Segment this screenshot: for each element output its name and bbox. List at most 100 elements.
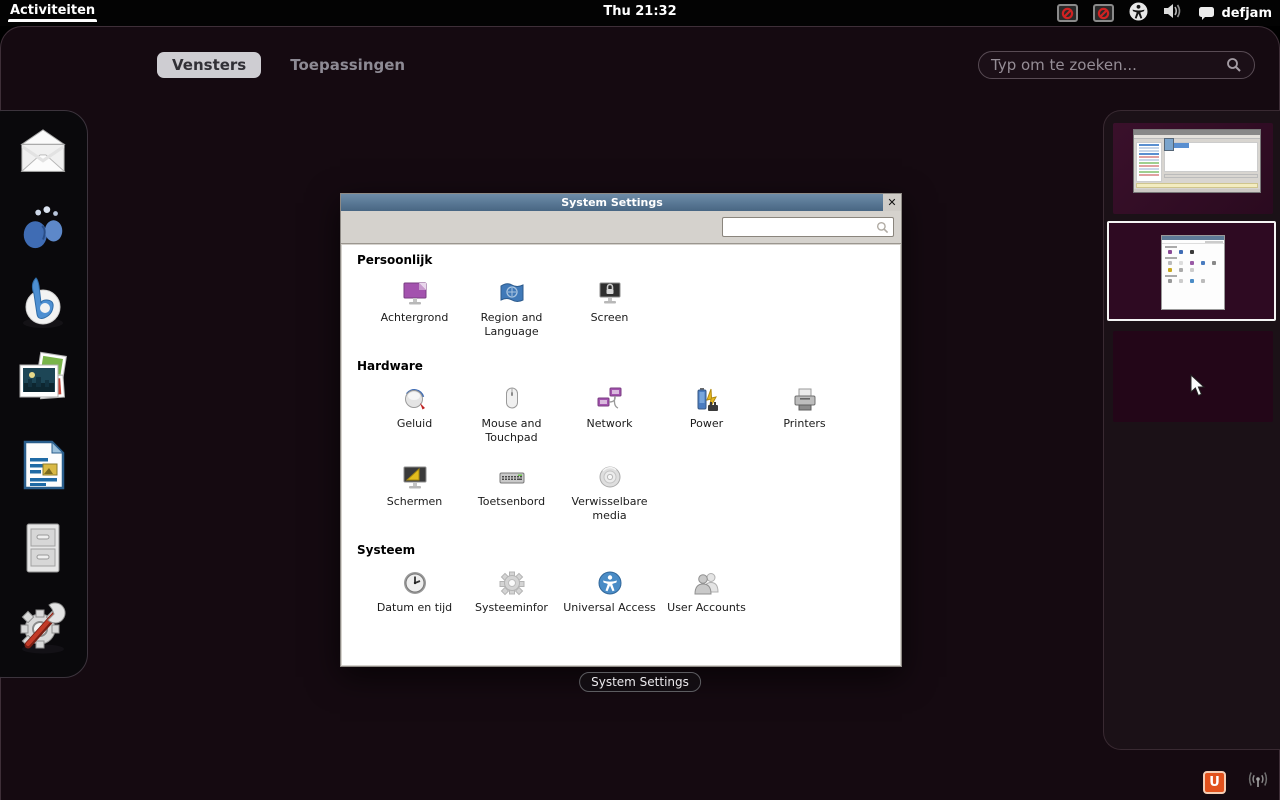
ubuntu-one-icon[interactable]: U: [1203, 770, 1226, 794]
file-cabinet-icon: [26, 523, 60, 573]
settings-panel: Persoonlijk Achtergrond Region and Langu…: [342, 245, 900, 665]
message-tray: U: [1203, 770, 1270, 794]
mail-icon: [20, 129, 66, 172]
empathy-icon: [23, 206, 63, 249]
item-label: Region and Language: [480, 311, 543, 339]
window-title: System Settings: [561, 196, 663, 209]
item-label: Verwisselbare media: [571, 495, 648, 523]
settings-item-universal-access[interactable]: Universal Access: [563, 567, 656, 615]
photos-icon: [19, 351, 67, 400]
close-icon[interactable]: ✕: [883, 194, 901, 211]
settings-item-toetsenbord[interactable]: Toetsenbord: [465, 461, 558, 509]
dock-item-empathy-chat[interactable]: [15, 199, 71, 255]
sound-icon: [368, 383, 461, 417]
settings-item-printers[interactable]: Printers: [758, 383, 851, 431]
item-label: Universal Access: [563, 601, 656, 614]
region-language-icon: [465, 277, 558, 311]
item-label: Printers: [783, 417, 826, 430]
item-label: Screen: [590, 311, 629, 324]
search-placeholder: Typ om te zoeken...: [991, 56, 1137, 74]
settings-item-datum-en-tijd[interactable]: Datum en tijd: [368, 567, 461, 615]
username: defjam: [1221, 5, 1272, 21]
item-label: Achtergrond: [380, 311, 449, 324]
settings-item-network[interactable]: Network: [563, 383, 656, 431]
clock[interactable]: Thu 21:32: [603, 4, 676, 19]
tab-toepassingen[interactable]: Toepassingen: [275, 52, 420, 78]
system-info-icon: [465, 567, 558, 601]
workspace-thumbnail-1[interactable]: [1113, 123, 1273, 214]
item-label: Geluid: [396, 417, 433, 430]
item-label: Toetsenbord: [477, 495, 546, 508]
dock-item-libreoffice-writer[interactable]: [15, 438, 71, 494]
user-menu[interactable]: defjam: [1198, 6, 1272, 21]
settings-item-systeeminfo[interactable]: Systeeminfor: [465, 567, 558, 615]
workspace-thumbnail-2-active[interactable]: [1107, 221, 1276, 321]
dock-item-banshee-media-player[interactable]: [15, 274, 71, 330]
background-icon: [368, 277, 461, 311]
workspace-panel: [1103, 110, 1280, 750]
media-player-mini-window: [1133, 129, 1261, 193]
dock-item-file-manager[interactable]: [15, 520, 71, 576]
removable-media-icon: [563, 461, 656, 495]
mouse-cursor: [1190, 373, 1207, 402]
screen-lock-icon: [563, 277, 656, 311]
settings-item-user-accounts[interactable]: User Accounts: [660, 567, 753, 615]
dock-item-shotwell-photos[interactable]: [15, 351, 71, 407]
section-header-persoonlijk: Persoonlijk: [357, 253, 433, 267]
activities-button[interactable]: Activiteiten: [7, 3, 98, 22]
dock-item-system-tools[interactable]: [15, 598, 71, 654]
item-label: Network: [586, 417, 633, 430]
item-label: User Accounts: [667, 601, 746, 614]
settings-item-mouse-touchpad[interactable]: Mouse and Touchpad: [465, 383, 558, 446]
settings-item-region-language[interactable]: Region and Language: [465, 277, 558, 340]
accessibility-icon[interactable]: [1129, 2, 1148, 25]
keyboard-icon: [465, 461, 558, 495]
window-titlebar[interactable]: System Settings ✕: [341, 194, 901, 211]
settings-item-achtergrond[interactable]: Achtergrond: [368, 277, 461, 325]
item-label: Schermen: [386, 495, 443, 508]
dash: [0, 110, 88, 678]
top-bar: Activiteiten Thu 21:32 defjam: [0, 0, 1280, 26]
item-label: Power: [689, 417, 724, 430]
item-label: Systeeminfor: [475, 601, 548, 614]
user-accounts-icon: [660, 567, 753, 601]
universal-access-icon: [563, 567, 656, 601]
no-entry-glyph: [1062, 7, 1074, 19]
dock-item-mail-client[interactable]: [15, 125, 71, 181]
chat-bubble-icon: [1199, 6, 1215, 20]
settings-item-power[interactable]: Power: [660, 383, 753, 431]
mouse-icon: [465, 383, 558, 417]
settings-item-schermen[interactable]: Schermen: [368, 461, 461, 509]
section-header-hardware: Hardware: [357, 359, 423, 373]
section-header-systeem: Systeem: [357, 543, 416, 557]
gnome-shell-overview: Activiteiten Thu 21:32 defjam Vensters T…: [0, 0, 1280, 800]
item-label: Mouse and Touchpad: [481, 417, 542, 445]
window-toolbar: [341, 211, 901, 244]
settings-search-input[interactable]: [722, 217, 894, 237]
printer-icon: [758, 383, 851, 417]
no-entry-glyph: [1098, 7, 1110, 19]
volume-icon[interactable]: [1163, 3, 1183, 23]
settings-item-screen[interactable]: Screen: [563, 277, 656, 325]
gear-wrench-icon: [20, 602, 66, 654]
system-settings-window: System Settings ✕ Persoonlijk Achtergron…: [340, 193, 902, 667]
record-blocked-icon[interactable]: [1093, 4, 1115, 22]
window-caption: System Settings: [579, 672, 701, 692]
search-icon: [1227, 58, 1241, 72]
writer-icon: [23, 440, 65, 490]
settings-item-geluid[interactable]: Geluid: [368, 383, 461, 431]
search-input[interactable]: Typ om te zoeken...: [978, 51, 1255, 79]
settings-item-verwisselbare-media[interactable]: Verwisselbare media: [563, 461, 656, 524]
date-time-icon: [368, 567, 461, 601]
record-blocked-icon[interactable]: [1057, 4, 1079, 22]
broadcast-network-icon[interactable]: [1246, 770, 1270, 794]
displays-icon: [368, 461, 461, 495]
power-icon: [660, 383, 753, 417]
item-label: Datum en tijd: [376, 601, 453, 614]
banshee-icon: [23, 277, 63, 328]
overview-tabs: Vensters Toepassingen: [157, 52, 420, 78]
tab-vensters[interactable]: Vensters: [157, 52, 262, 78]
system-settings-mini-window: [1161, 235, 1225, 310]
search-icon: [876, 221, 889, 233]
network-icon: [563, 383, 656, 417]
